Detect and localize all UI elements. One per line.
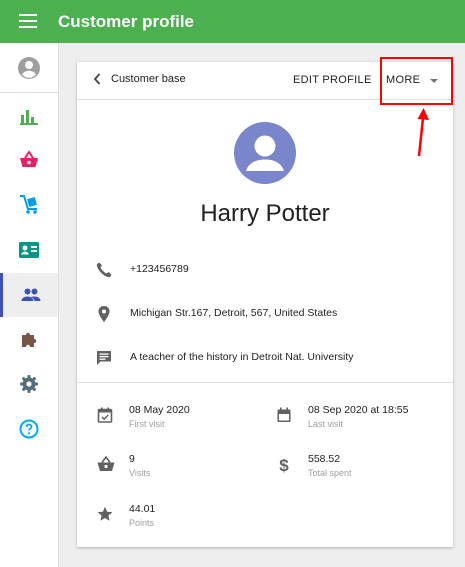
customer-name: Harry Potter [200, 200, 330, 227]
basket-icon [97, 456, 115, 471]
bar-chart-icon [20, 110, 38, 125]
id-card-icon [19, 242, 39, 258]
customer-profile-card: Customer base EDIT PROFILE MORE Harry Po… [77, 62, 453, 547]
svg-text:$: $ [279, 456, 289, 474]
calendar-icon [277, 407, 291, 422]
first-visit-label: First visit [129, 419, 165, 429]
last-visit-value: 08 Sep 2020 at 18:55 [308, 404, 409, 416]
address-row: Michigan Str.167, Detroit, 567, United S… [77, 299, 453, 329]
first-visit-value: 08 May 2020 [129, 404, 190, 416]
edit-profile-button[interactable]: EDIT PROFILE [293, 74, 372, 86]
more-button-highlight [380, 57, 453, 105]
first-visit-stat: 08 May 2020 First visit [97, 404, 267, 438]
note-value: A teacher of the history in Detroit Nat.… [130, 351, 354, 363]
total-spent-label: Total spent [308, 468, 352, 478]
last-visit-label: Last visit [308, 419, 344, 429]
sidebar-item-orders[interactable] [0, 182, 58, 226]
total-spent-value: 558.52 [308, 453, 341, 465]
sidebar [0, 43, 59, 567]
gear-icon [20, 375, 38, 393]
comment-icon [97, 351, 111, 365]
dollar-icon: $ [279, 456, 289, 474]
annotation-arrow-icon [417, 108, 429, 157]
sidebar-item-customers[interactable] [0, 273, 58, 317]
delivery-cart-icon [20, 195, 37, 214]
sidebar-item-help[interactable] [0, 407, 58, 451]
phone-value: +123456789 [130, 263, 189, 275]
people-icon [21, 288, 40, 301]
visits-label: Visits [129, 468, 151, 478]
address-value: Michigan Str.167, Detroit, 567, United S… [130, 307, 338, 319]
last-visit-stat: 08 Sep 2020 at 18:55 Last visit [276, 404, 446, 438]
sidebar-item-sales[interactable] [0, 138, 58, 182]
calendar-check-icon [97, 407, 113, 423]
location-icon [98, 306, 110, 322]
chevron-left-icon [93, 73, 101, 85]
puzzle-icon [22, 332, 37, 347]
divider [77, 382, 453, 383]
star-icon [97, 506, 113, 521]
sidebar-item-integrations[interactable] [0, 318, 58, 362]
phone-icon [96, 262, 112, 278]
app-bar: Customer profile [0, 0, 465, 43]
phone-row: +123456789 [77, 255, 453, 285]
basket-icon [20, 150, 38, 167]
points-label: Points [129, 518, 155, 528]
sidebar-item-account[interactable] [0, 46, 58, 90]
account-circle-icon [18, 57, 40, 79]
sidebar-item-reports[interactable] [0, 94, 58, 138]
sidebar-divider [0, 92, 58, 93]
avatar [234, 122, 296, 184]
visits-stat: 9 Visits [97, 453, 267, 487]
points-value: 44.01 [129, 503, 156, 515]
points-stat: 44.01 Points [97, 503, 267, 537]
total-spent-stat: $ 558.52 Total spent [276, 453, 446, 487]
sidebar-item-settings[interactable] [0, 362, 58, 406]
back-link[interactable]: Customer base [93, 73, 186, 85]
visits-value: 9 [129, 453, 135, 465]
back-link-label: Customer base [111, 73, 186, 85]
note-row: A teacher of the history in Detroit Nat.… [77, 343, 453, 373]
help-icon [19, 419, 39, 439]
menu-icon[interactable] [19, 14, 37, 28]
page-title: Customer profile [58, 12, 195, 31]
sidebar-item-contacts[interactable] [0, 228, 58, 272]
